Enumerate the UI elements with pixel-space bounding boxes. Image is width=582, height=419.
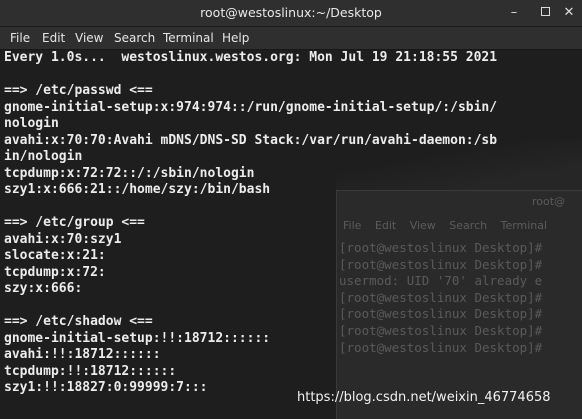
minimize-icon[interactable]: – [504, 3, 524, 23]
terminal-line: avahi:x:70:70:Avahi mDNS/DNS-SD Stack:/v… [4, 132, 498, 148]
terminal-line: slocate:x:21: [4, 248, 106, 263]
terminal-line: avahi:x:70:szy1 [4, 231, 122, 247]
terminal-line: gnome-initial-setup:x:974:974::/run/gnom… [4, 99, 498, 115]
watermark-url: https://blog.csdn.net/weixin_46774658 [297, 390, 551, 405]
terminal-window: root@westoslinux:~/Desktop – ✕ File Edit… [0, 0, 582, 419]
menu-search[interactable]: Search [114, 27, 155, 49]
title-bar[interactable]: root@westoslinux:~/Desktop – ✕ [0, 0, 582, 27]
terminal-output[interactable]: Every 1.0s... westoslinux.westos.org: Mo… [4, 50, 497, 397]
terminal-line: in/nologin [4, 149, 83, 164]
menu-bar: File Edit View Search Terminal Help [0, 27, 582, 50]
menu-help[interactable]: Help [222, 27, 249, 49]
terminal-line: gnome-initial-setup:!!:18712:::::: [4, 330, 271, 346]
menu-edit[interactable]: Edit [42, 27, 65, 49]
terminal-line: tcpdump:x:72:72::/:/sbin/nologin [4, 165, 255, 181]
background-window-title: root@ [532, 195, 566, 208]
terminal-line: avahi:!!:18712:::::: [4, 347, 161, 362]
window-title: root@westoslinux:~/Desktop [200, 5, 382, 20]
terminal-line: Every 1.0s... westoslinux.westos.org: Mo… [4, 50, 498, 65]
terminal-line: szy1:x:666:21::/home/szy:/bin/bash [4, 182, 271, 197]
menu-terminal[interactable]: Terminal [163, 27, 214, 49]
terminal-line: ==> /etc/group <== [4, 215, 145, 230]
maximize-icon[interactable] [535, 3, 555, 23]
terminal-line: tcpdump:!!:18712:::::: [4, 363, 177, 379]
terminal-line: tcpdump:x:72: [4, 264, 106, 280]
menu-view[interactable]: View [75, 27, 103, 49]
menu-file[interactable]: File [10, 27, 30, 49]
close-icon[interactable]: ✕ [559, 3, 579, 23]
terminal-line: nologin [4, 116, 59, 131]
terminal-line: szy:x:666: [4, 281, 83, 296]
terminal-line: ==> /etc/shadow <== [4, 314, 153, 329]
terminal-line: ==> /etc/passwd <== [4, 83, 153, 98]
